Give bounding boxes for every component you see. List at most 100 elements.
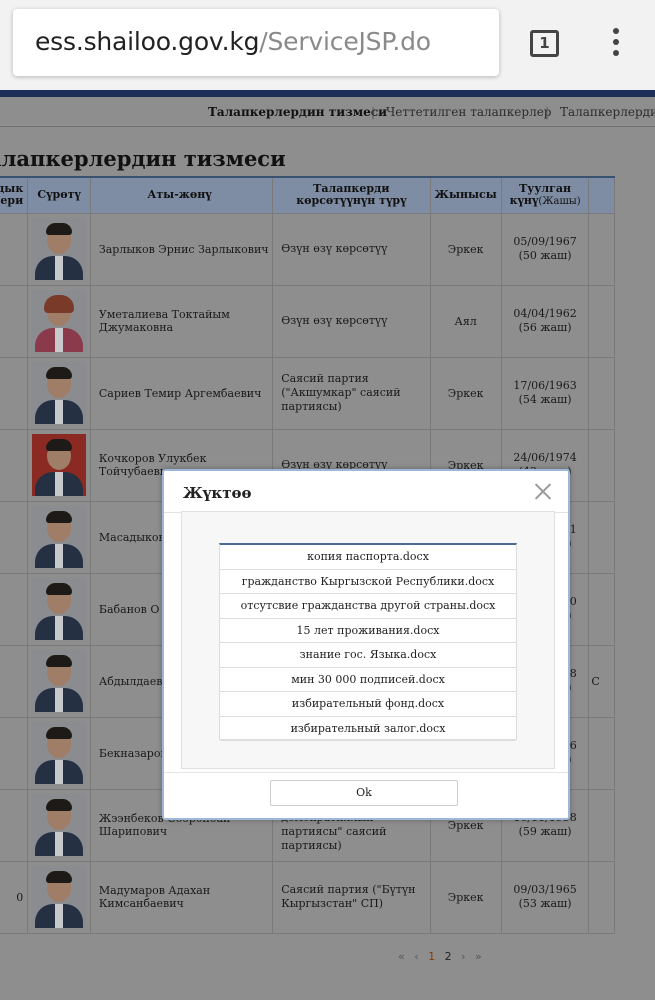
nav-separator: |	[371, 105, 376, 119]
cell-number	[0, 428, 29, 502]
cell-photo	[27, 212, 91, 286]
dialog-footer-divider	[164, 772, 568, 773]
cell-name[interactable]: Зарлыков Эрнис Зарлыкович	[89, 212, 274, 286]
file-link[interactable]: избирательный залог.docx	[220, 717, 516, 741]
cell-extra	[588, 860, 615, 934]
file-link[interactable]: отсутсвие гражданства другой страны.docx	[220, 594, 516, 619]
candidate-photo[interactable]	[32, 290, 87, 352]
cell-name[interactable]: Уметалиева Токтайым Джумаковна	[89, 284, 274, 358]
file-link[interactable]: копия паспорта.docx	[220, 545, 516, 570]
candidate-photo[interactable]	[32, 506, 87, 568]
cell-extra	[588, 716, 615, 790]
cell-photo	[27, 284, 91, 358]
cell-birthdate: 04/04/1962 (56 жаш)	[500, 284, 590, 358]
file-link[interactable]: мин 30 000 подписей.docx	[220, 668, 516, 692]
cell-photo	[27, 572, 91, 646]
cell-extra: С	[588, 644, 615, 718]
cell-number	[0, 500, 29, 574]
cell-gender: Аял	[429, 284, 502, 358]
birth-age: (53 жаш)	[518, 897, 572, 910]
cell-name[interactable]: Мадумаров Адахан Кимсанбаевич	[89, 860, 274, 934]
candidate-photo[interactable]	[32, 578, 87, 640]
cell-nomination-type: Саясий партия ("Акшумкар" саясий партияс…	[272, 356, 431, 430]
table-row: 0 Мадумаров Адахан Кимсанбаевич Саясий пар…	[0, 860, 615, 934]
candidate-photo[interactable]	[32, 794, 87, 856]
cell-birthdate: 17/06/1963 (54 жаш)	[500, 356, 590, 430]
cell-number	[0, 788, 29, 862]
candidate-photo[interactable]	[32, 362, 87, 424]
dialog-body: копия паспорта.docx гражданство Кыргызск…	[181, 511, 555, 769]
cell-extra	[588, 428, 615, 502]
cell-extra	[588, 284, 615, 358]
cell-nomination-type: Өзүн өзү көрсөтүү	[272, 284, 431, 358]
candidate-photo[interactable]	[32, 650, 87, 712]
subnav-divider	[0, 126, 655, 127]
download-dialog: Жүктөө копия паспорта.docx гражданство К…	[162, 469, 570, 820]
cell-photo	[27, 860, 91, 934]
birth-date: 17/06/1963	[513, 379, 577, 392]
pager-page-1[interactable]: 1	[428, 950, 435, 963]
cell-number	[0, 716, 29, 790]
file-link[interactable]: 15 лет проживания.docx	[220, 619, 516, 643]
address-bar[interactable]: ess.shailoo.gov.kg/ServiceJSP.do	[13, 9, 499, 76]
candidate-photo[interactable]	[32, 722, 87, 784]
birth-age: (56 жаш)	[518, 321, 572, 334]
cell-number	[0, 644, 29, 718]
birth-age: (54 жаш)	[518, 393, 572, 406]
candidate-photo[interactable]	[32, 218, 87, 280]
cell-number: 0	[0, 860, 29, 934]
pager-last-button[interactable]: »	[475, 950, 482, 963]
cell-birthdate: 05/09/1967 (50 жаш)	[500, 212, 590, 286]
candidate-photo[interactable]	[32, 866, 87, 928]
birth-age: (59 жаш)	[518, 825, 572, 838]
nav-candidate-status[interactable]: Талапкерлердин ста	[560, 105, 655, 119]
cell-gender: Эркек	[429, 356, 502, 430]
cell-extra	[588, 572, 615, 646]
birth-date: 09/03/1965	[513, 883, 577, 896]
col-header-nomination-type: Талапкерди көрсөтүүнүн түрү	[272, 176, 431, 214]
col-header-number: одык ери	[0, 176, 29, 214]
pagination: « ‹ 1 2 › »	[398, 950, 488, 963]
cell-number	[0, 356, 29, 430]
col-header-birthdate: Туулган күнү(Жашы)	[500, 176, 590, 214]
ok-button[interactable]: Ok	[270, 780, 458, 806]
file-link[interactable]: знание гос. Языка.docx	[220, 643, 516, 668]
file-link[interactable]: гражданство Кыргызской Республики.docx	[220, 570, 516, 594]
cell-extra	[588, 788, 615, 862]
col-header-extra	[588, 176, 615, 214]
candidate-photo[interactable]	[32, 434, 87, 496]
cell-photo	[27, 500, 91, 574]
birth-date: 05/09/1967	[513, 235, 577, 248]
table-row: Зарлыков Эрнис Зарлыкович Өзүн өзү көрсөт…	[0, 212, 615, 286]
cell-nomination-type: Өзүн өзү көрсөтүү	[272, 212, 431, 286]
col-header-photo: Сүрөтү	[27, 176, 91, 214]
url-text[interactable]: ess.shailoo.gov.kg/ServiceJSP.do	[35, 27, 431, 56]
cell-gender: Эркек	[429, 860, 502, 934]
table-header-row: одык ери Сүрөтү Аты-жөнү Талапкерди көрс…	[0, 176, 615, 214]
cell-name[interactable]: Сариев Темир Аргембаевич	[89, 356, 274, 430]
col-header-gender: Жынысы	[429, 176, 502, 214]
birth-date: 04/04/1962	[513, 307, 577, 320]
file-link[interactable]: избирательный фонд.docx	[220, 692, 516, 717]
cell-photo	[27, 788, 91, 862]
site-banner	[0, 90, 655, 97]
browser-toolbar: ess.shailoo.gov.kg/ServiceJSP.do 1	[0, 0, 655, 90]
cell-extra	[588, 500, 615, 574]
nav-excluded-candidates[interactable]: Четтетилген талапкерлер	[386, 105, 551, 119]
cell-extra	[588, 212, 615, 286]
cell-photo	[27, 644, 91, 718]
pager-next-button[interactable]: ›	[461, 950, 465, 963]
pager-prev-button[interactable]: ‹	[414, 950, 418, 963]
birth-age: (50 жаш)	[518, 249, 572, 262]
nav-separator: |	[545, 105, 550, 119]
pager-page-2[interactable]: 2	[445, 950, 452, 963]
file-list: копия паспорта.docx гражданство Кыргызск…	[219, 543, 517, 741]
cell-nomination-type: Саясий партия ("Бүтүн Кыргызстан" СП)	[272, 860, 431, 934]
cell-photo	[27, 428, 91, 502]
nav-candidate-list[interactable]: Талапкерлердин тизмеси	[208, 105, 387, 119]
pager-first-button[interactable]: «	[398, 950, 405, 963]
close-icon[interactable]	[533, 481, 553, 501]
page-title: алапкерлердин тизмеси	[0, 146, 286, 171]
overflow-menu-icon[interactable]	[610, 28, 622, 60]
tab-switcher-button[interactable]: 1	[530, 30, 559, 57]
